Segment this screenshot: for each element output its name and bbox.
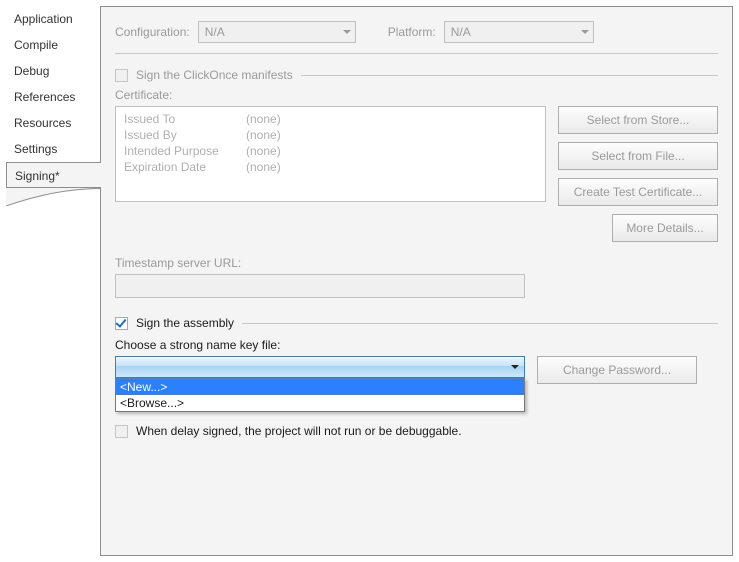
tab-resources[interactable]: Resources <box>6 110 101 136</box>
key-file-combobox-list: <New...> <Browse...> <box>115 378 525 412</box>
clickonce-section-header: Sign the ClickOnce manifests <box>115 68 718 82</box>
tab-debug[interactable]: Debug <box>6 58 101 84</box>
key-file-combobox[interactable]: <New...> <Browse...> <box>115 356 525 378</box>
tab-references[interactable]: References <box>6 84 101 110</box>
project-properties-page: Application Compile Debug References Res… <box>0 0 739 562</box>
key-file-combobox-field[interactable] <box>115 356 525 378</box>
choose-key-file-label: Choose a strong name key file: <box>115 338 718 352</box>
change-password-button[interactable]: Change Password... <box>537 356 697 384</box>
frame: Application Compile Debug References Res… <box>6 6 733 556</box>
key-file-row: <New...> <Browse...> Change Password... <box>115 356 718 384</box>
delay-sign-row: Delay sign only When delay signed, the p… <box>115 424 718 438</box>
certificate-label: Certificate: <box>115 88 718 102</box>
chevron-down-icon <box>581 30 589 34</box>
certificate-block: Issued To(none) Issued By(none) Intended… <box>115 106 718 206</box>
tab-curve <box>6 188 101 206</box>
tab-signing[interactable]: Signing* <box>6 162 101 188</box>
platform-select: N/A <box>444 21 594 43</box>
sign-assembly-checkbox[interactable] <box>115 317 128 330</box>
tab-settings[interactable]: Settings <box>6 136 101 162</box>
signing-panel: Configuration: N/A Platform: N/A Sign th… <box>100 6 733 556</box>
divider <box>115 53 718 54</box>
combobox-item-new[interactable]: <New...> <box>116 379 524 395</box>
select-from-file-button[interactable]: Select from File... <box>558 142 718 170</box>
sign-clickonce-label: Sign the ClickOnce manifests <box>136 68 293 82</box>
platform-value: N/A <box>451 25 471 39</box>
combobox-arrow-button[interactable] <box>506 357 524 377</box>
cert-row: Intended Purpose(none) <box>124 143 537 159</box>
more-details-button[interactable]: More Details... <box>612 214 718 242</box>
configuration-value: N/A <box>205 25 225 39</box>
delay-sign-note: When delay signed, the project will not … <box>136 424 462 438</box>
select-from-store-button[interactable]: Select from Store... <box>558 106 718 134</box>
sign-assembly-label: Sign the assembly <box>136 316 234 330</box>
platform-label: Platform: <box>388 25 436 39</box>
configuration-select: N/A <box>198 21 356 43</box>
cert-row: Expiration Date(none) <box>124 159 537 175</box>
divider <box>242 323 718 324</box>
certificate-buttons: Select from Store... Select from File...… <box>558 106 718 206</box>
sign-clickonce-checkbox[interactable] <box>115 69 128 82</box>
tab-application[interactable]: Application <box>6 6 101 32</box>
side-tabs: Application Compile Debug References Res… <box>6 6 101 206</box>
config-row: Configuration: N/A Platform: N/A <box>115 21 718 43</box>
cert-row: Issued By(none) <box>124 127 537 143</box>
tab-compile[interactable]: Compile <box>6 32 101 58</box>
timestamp-url-label: Timestamp server URL: <box>115 256 718 270</box>
tab-curve-icon <box>6 188 101 206</box>
create-test-certificate-button[interactable]: Create Test Certificate... <box>558 178 718 206</box>
more-details-row: More Details... <box>115 214 718 242</box>
cert-row: Issued To(none) <box>124 111 537 127</box>
combobox-item-browse[interactable]: <Browse...> <box>116 395 524 411</box>
chevron-down-icon <box>343 30 351 34</box>
delay-sign-checkbox[interactable] <box>115 425 128 438</box>
timestamp-url-input <box>115 274 525 298</box>
chevron-down-icon <box>511 365 519 369</box>
sign-assembly-section-header: Sign the assembly <box>115 316 718 330</box>
configuration-label: Configuration: <box>115 25 190 39</box>
certificate-info: Issued To(none) Issued By(none) Intended… <box>115 106 546 206</box>
certificate-box: Issued To(none) Issued By(none) Intended… <box>115 106 546 202</box>
divider <box>301 75 718 76</box>
